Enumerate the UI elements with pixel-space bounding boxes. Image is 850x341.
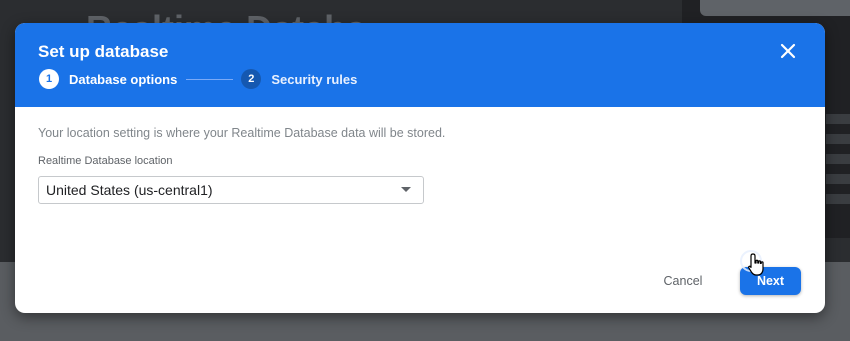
next-button[interactable]: Next (740, 267, 801, 295)
dialog-header: Set up database 1 Database options 2 Sec… (15, 23, 825, 107)
background-card-bar (700, 0, 850, 16)
location-select-value: United States (us-central1) (46, 182, 213, 198)
stepper-connector (186, 78, 234, 80)
step-label-database-options: Database options (69, 71, 178, 87)
location-info-text: Your location setting is where your Real… (38, 126, 446, 140)
dialog-title: Set up database (38, 42, 169, 61)
background-stripe (826, 174, 850, 184)
step-number-2: 2 (241, 69, 262, 89)
step-label-security-rules: Security rules (271, 71, 358, 87)
location-field-label: Realtime Database location (38, 155, 173, 167)
background-stripe (826, 154, 850, 164)
background-stripe (826, 114, 850, 124)
close-icon[interactable] (777, 40, 799, 62)
background-stripe (826, 194, 850, 204)
setup-database-dialog: Set up database 1 Database options 2 Sec… (15, 23, 825, 313)
cancel-button[interactable]: Cancel (646, 267, 720, 295)
screen: Realtime Databa Set up database 1 Databa… (0, 0, 850, 341)
step-number-1: 1 (39, 69, 59, 89)
background-stripe (826, 134, 850, 144)
stepper: 1 Database options 2 Security rules (39, 68, 357, 90)
location-select[interactable]: United States (us-central1) (38, 176, 424, 204)
chevron-down-icon (401, 187, 411, 192)
